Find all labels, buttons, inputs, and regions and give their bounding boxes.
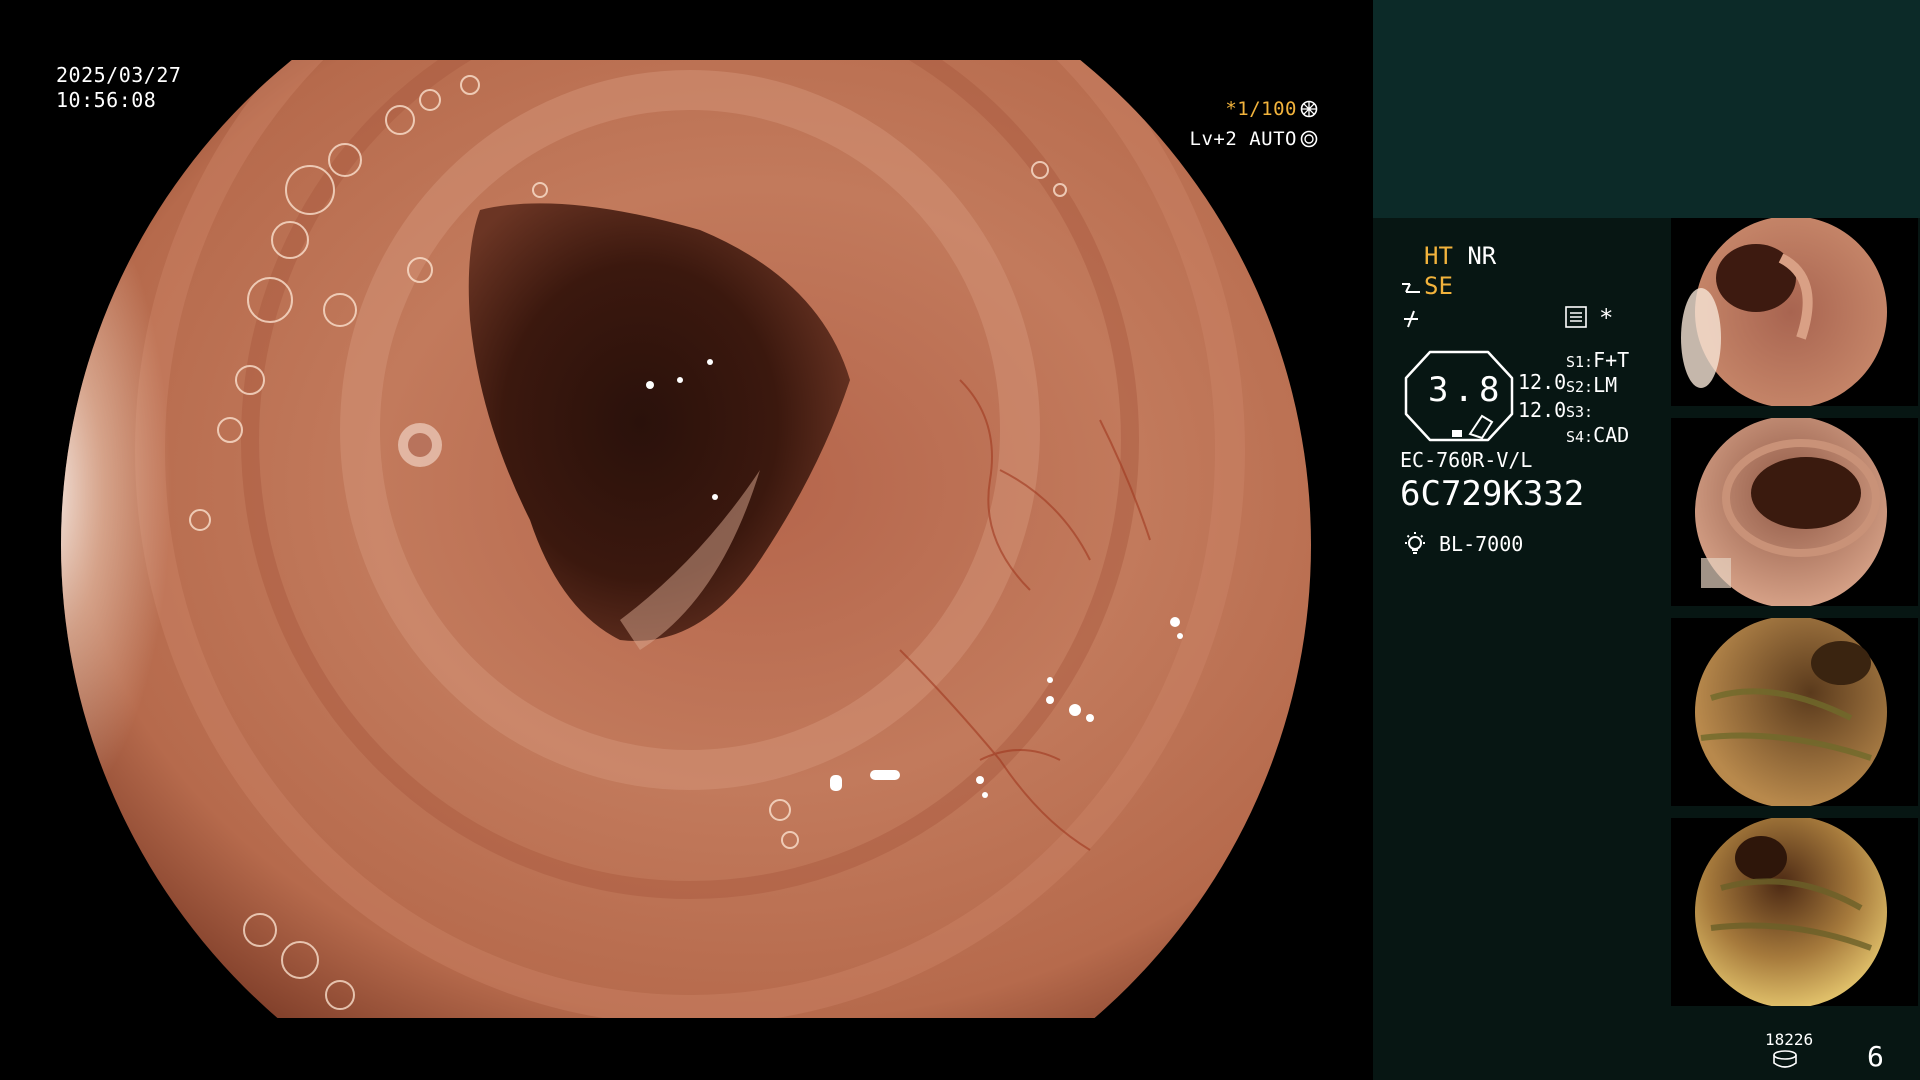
readout-value-2: 12.0 xyxy=(1518,398,1567,422)
date-text: 2025/03/27 xyxy=(56,63,182,87)
light-source: BL-7000 xyxy=(1439,532,1524,556)
switch-s4: S4:CAD xyxy=(1566,423,1629,447)
iris-mode-text: AUTO xyxy=(1249,128,1297,150)
frame-number: 6 xyxy=(1867,1040,1884,1073)
bulb-icon xyxy=(1405,532,1425,554)
brightness-level-text: Lv+2 xyxy=(1189,128,1238,150)
iris-readout: Lv+2 AUTO xyxy=(1190,127,1318,152)
freeze-icon xyxy=(1404,310,1418,328)
s2-value: LM xyxy=(1593,373,1618,397)
readout-value-1: 12.0 xyxy=(1518,370,1567,394)
storage-icon xyxy=(1773,1050,1797,1068)
colon-lumen-image xyxy=(61,60,1311,1018)
s4-key: S4: xyxy=(1566,428,1594,446)
menu-icon[interactable] xyxy=(1565,306,1587,328)
date-time-readout: 2025/03/27 10:56:08 xyxy=(56,63,181,113)
switch-s2: S2:LM xyxy=(1566,373,1617,397)
shutter-wheel-icon xyxy=(1300,100,1318,118)
s1-key: S1: xyxy=(1566,353,1594,371)
scope-serial: 6C729K332 xyxy=(1400,474,1585,514)
se-label: SE xyxy=(1424,272,1453,300)
auto-iris-icon xyxy=(1300,130,1318,148)
thumbnail-4[interactable] xyxy=(1671,818,1918,1006)
star-marker: * xyxy=(1599,304,1614,332)
ht-nr-line: HT NR xyxy=(1424,242,1496,270)
image-count: 18226 xyxy=(1765,1030,1814,1049)
nr-label: NR xyxy=(1467,242,1497,270)
switch-s3: S3: xyxy=(1566,398,1593,422)
s2-key: S2: xyxy=(1566,378,1594,396)
endoscope-view: 2025/03/27 10:56:08 *1/100 Lv+2 AUTO xyxy=(0,0,1373,1080)
thumbnail-3[interactable] xyxy=(1671,618,1918,806)
shutter-speed-text: *1/100 xyxy=(1225,98,1297,120)
s3-key: S3: xyxy=(1566,403,1594,421)
thumbnail-1[interactable] xyxy=(1671,218,1918,406)
s4-value: CAD xyxy=(1593,423,1630,447)
thumbnail-2[interactable] xyxy=(1671,418,1918,606)
gauge-value: 3.8 xyxy=(1428,370,1505,410)
switch-s1: S1:F+T xyxy=(1566,348,1629,372)
panel-header-band xyxy=(1373,0,1920,218)
ht-label: HT xyxy=(1424,242,1453,270)
scope-model: EC-760R-V/L xyxy=(1400,448,1533,472)
shutter-readout: *1/100 xyxy=(1225,97,1318,122)
structure-enhance-icon xyxy=(1402,283,1420,293)
time-text: 10:56:08 xyxy=(56,88,157,112)
s1-value: F+T xyxy=(1593,348,1630,372)
